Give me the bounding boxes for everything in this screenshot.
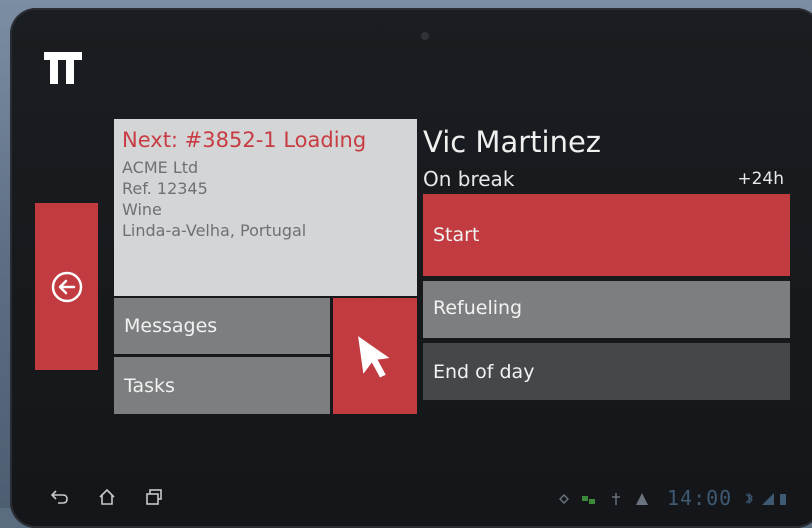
job-cargo: Wine xyxy=(122,200,162,219)
refueling-label: Refueling xyxy=(433,297,523,319)
messages-button[interactable]: Messages xyxy=(114,298,330,354)
system-clock: 14:00 xyxy=(667,486,733,510)
end-of-day-label: End of day xyxy=(433,360,535,383)
job-title: Next: #3852-1 Loading xyxy=(122,128,367,152)
back-button[interactable] xyxy=(35,203,98,370)
end-of-day-button[interactable]: End of day xyxy=(423,343,790,400)
system-recent-apps-icon[interactable] xyxy=(144,488,164,506)
start-label: Start xyxy=(433,224,480,246)
navigation-button[interactable] xyxy=(333,298,417,414)
driver-status: On break xyxy=(423,167,515,191)
usb-icon xyxy=(582,496,588,501)
warning-icon xyxy=(636,493,648,505)
back-arrow-circle-icon xyxy=(51,271,82,302)
start-button[interactable]: Start xyxy=(423,194,790,276)
job-customer: ACME Ltd xyxy=(122,158,199,177)
driver-name: Vic Martinez xyxy=(423,125,602,159)
signal-icon xyxy=(762,493,774,505)
app-screen: Next: #3852-1 Loading ACME Ltd Ref. 1234… xyxy=(0,0,812,508)
navigation-pointer-icon xyxy=(358,336,390,378)
download-icon xyxy=(612,493,620,505)
driver-hours: +24h xyxy=(737,169,784,189)
messages-label: Messages xyxy=(124,315,218,337)
battery-icon xyxy=(780,494,786,505)
app-logo xyxy=(44,52,82,84)
tasks-button[interactable]: Tasks xyxy=(114,357,330,414)
status-icons xyxy=(559,493,648,505)
next-job-card[interactable]: Next: #3852-1 Loading ACME Ltd Ref. 1234… xyxy=(114,119,417,296)
system-back-icon[interactable] xyxy=(50,488,70,506)
job-location: Linda-a-Velha, Portugal xyxy=(122,221,307,240)
bluetooth-icon xyxy=(745,492,753,505)
system-home-icon[interactable] xyxy=(97,488,117,506)
job-reference: Ref. 12345 xyxy=(122,179,208,198)
system-status-right-icons xyxy=(745,492,786,505)
tasks-label: Tasks xyxy=(124,374,175,397)
notification-icon xyxy=(559,494,569,504)
refueling-button[interactable]: Refueling xyxy=(423,281,790,338)
